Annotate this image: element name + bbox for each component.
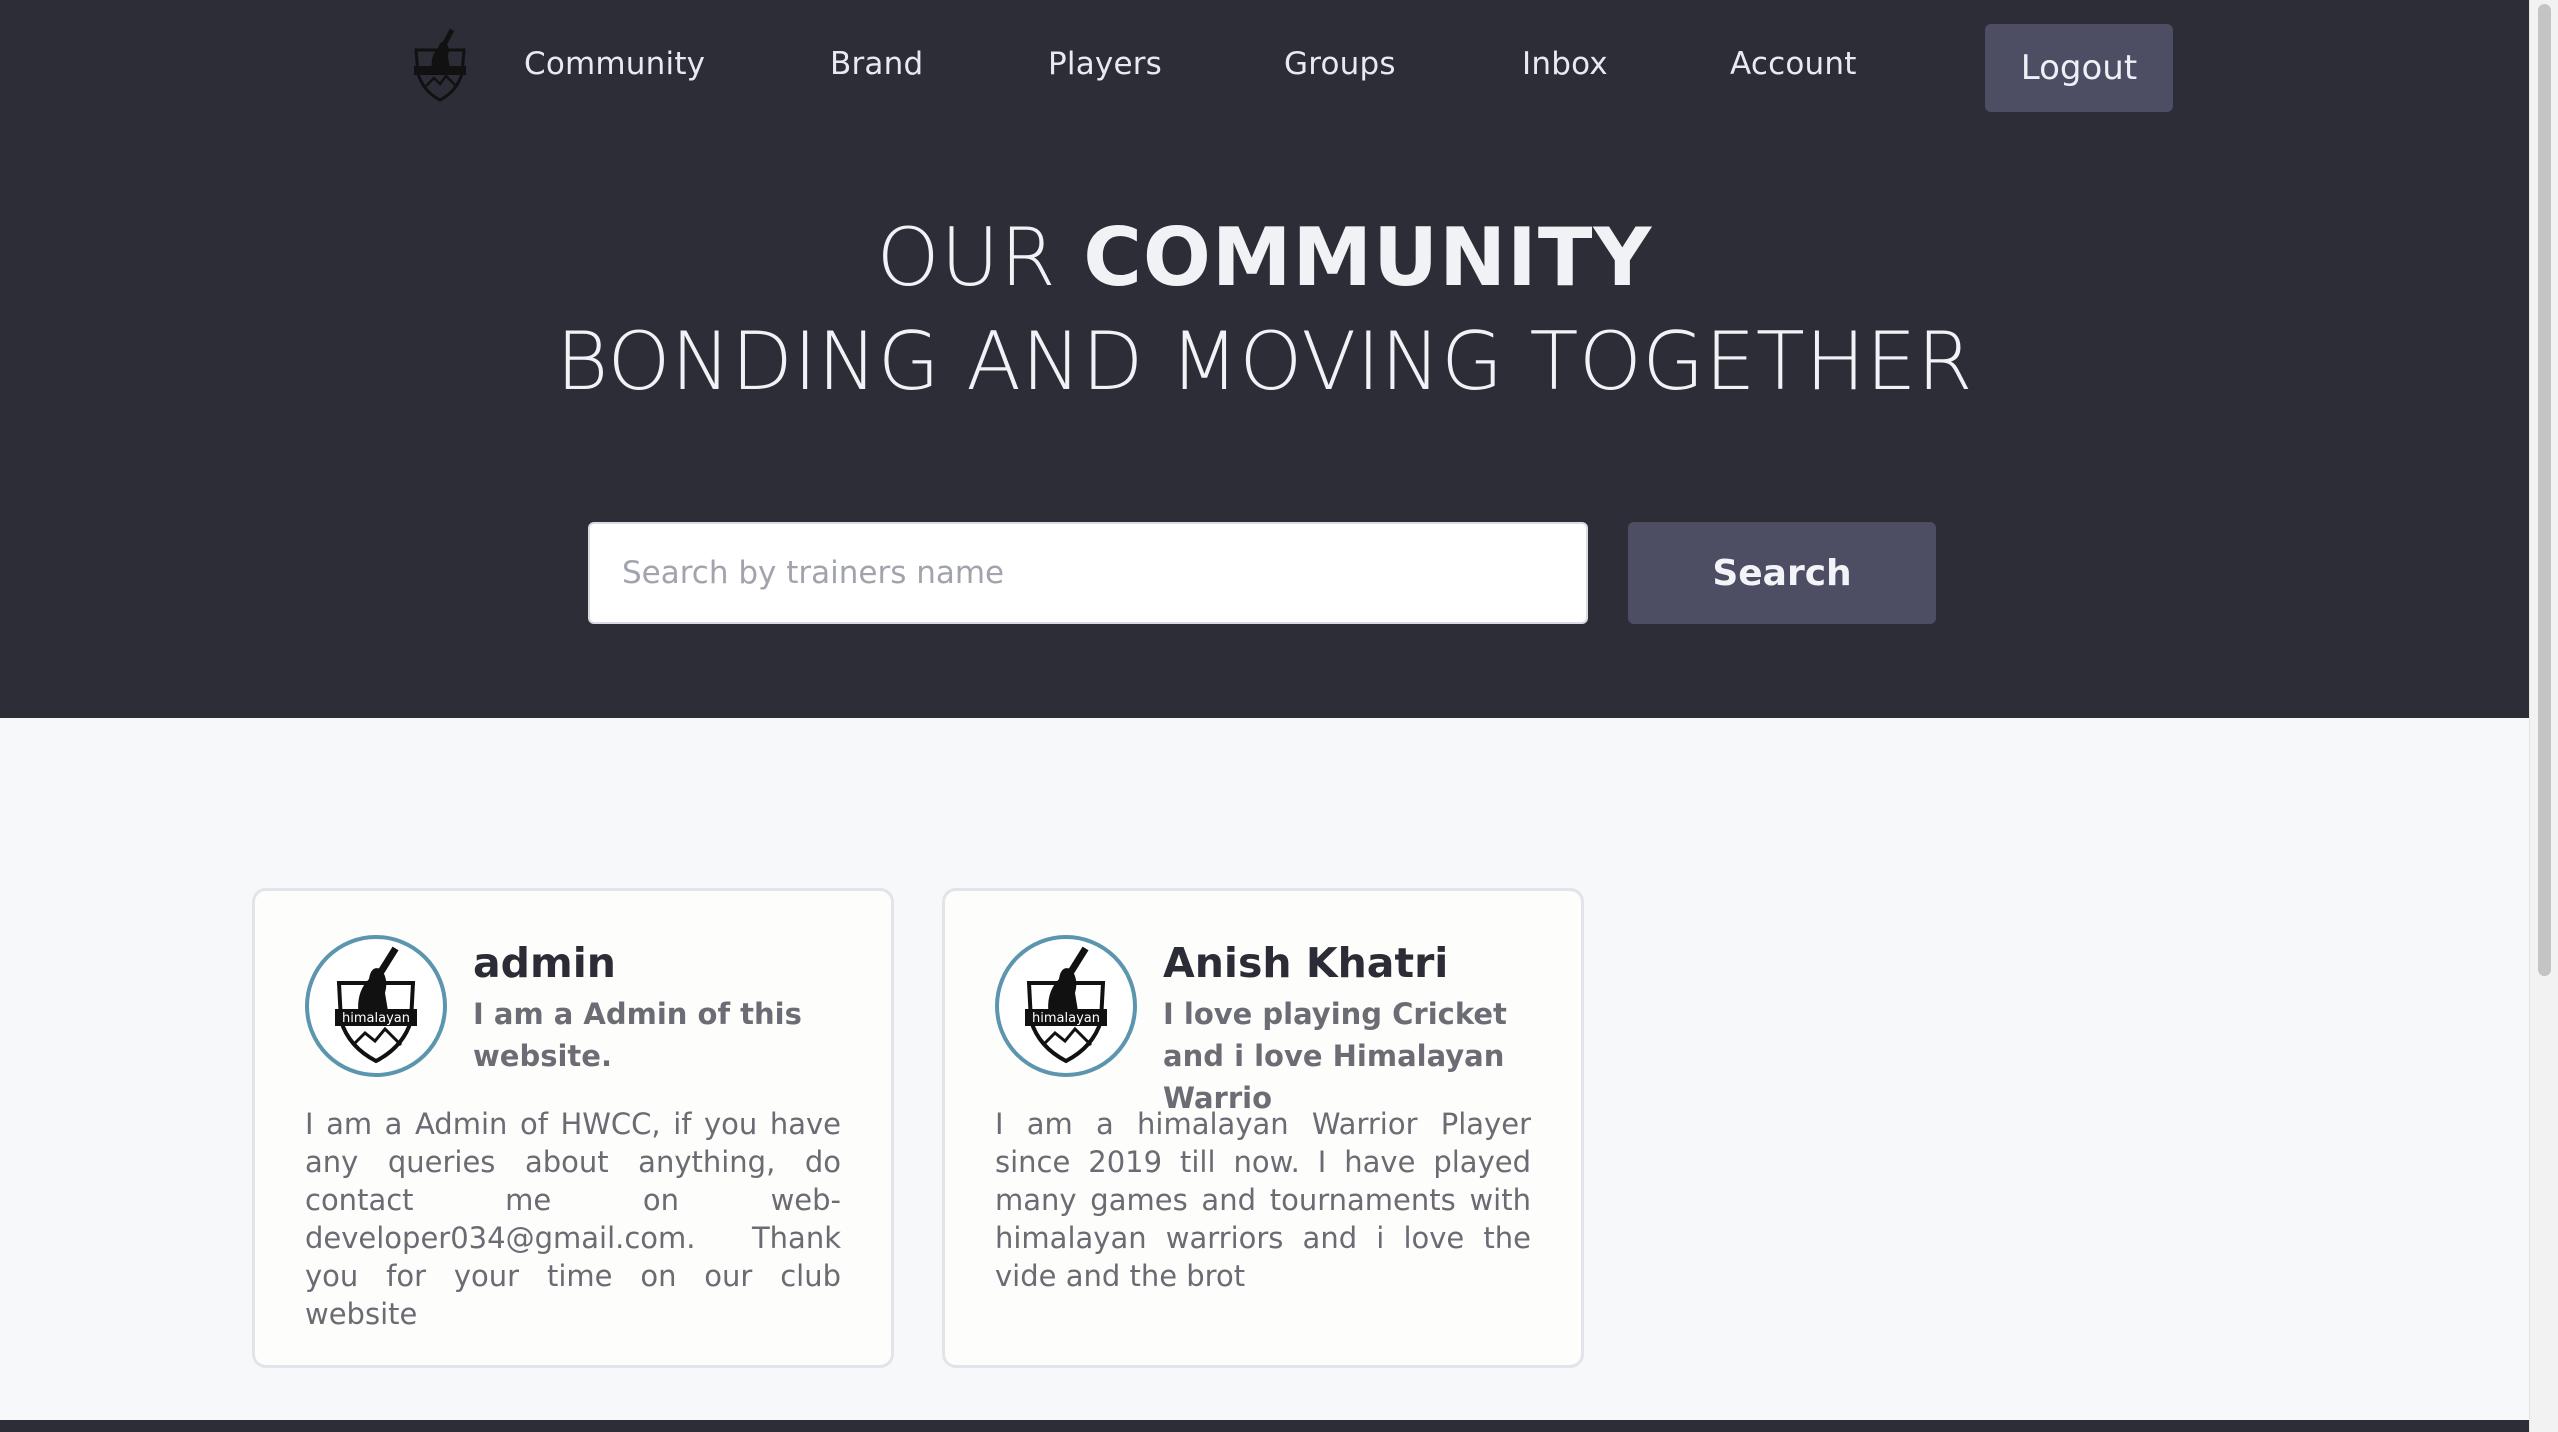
nav-link-account[interactable]: Account bbox=[1730, 44, 1857, 84]
top-navbar: Community Brand Players Groups Inbox Acc… bbox=[0, 0, 2529, 132]
member-bio: I am a himalayan Warrior Player since 20… bbox=[995, 1107, 1531, 1293]
avatar-logo-text: himalayan bbox=[1032, 1011, 1100, 1026]
nav-link-community[interactable]: Community bbox=[524, 44, 705, 84]
member-bio: I am a Admin of HWCC, if you have any qu… bbox=[305, 1107, 841, 1331]
nav-link-groups[interactable]: Groups bbox=[1284, 44, 1396, 84]
search-input[interactable] bbox=[588, 522, 1588, 624]
hero-title-light: OUR bbox=[876, 211, 1084, 304]
himalayan-logo-icon: himalayan bbox=[1025, 946, 1107, 1064]
himalayan-warriors-logo-icon[interactable] bbox=[410, 26, 470, 102]
search-button[interactable]: Search bbox=[1628, 522, 1936, 624]
nav-link-brand[interactable]: Brand bbox=[830, 44, 923, 84]
hero-section: Community Brand Players Groups Inbox Acc… bbox=[0, 0, 2529, 718]
member-tagline: I am a Admin of this website. bbox=[473, 997, 802, 1073]
hero-title-bold: COMMUNITY bbox=[1083, 211, 1653, 304]
member-card[interactable]: himalayan admin I am a Admin of this web… bbox=[252, 888, 894, 1368]
hero-subtitle: BONDING AND MOVING TOGETHER bbox=[555, 315, 1974, 408]
logout-button[interactable]: Logout bbox=[1985, 24, 2173, 112]
hero-title: OUR COMMUNITY bbox=[0, 208, 2529, 308]
page-heading: OUR COMMUNITY BONDING AND MOVING TOGETHE… bbox=[0, 208, 2529, 412]
nav-link-players[interactable]: Players bbox=[1048, 44, 1162, 84]
member-name: Anish Khatri bbox=[1163, 939, 1449, 987]
himalayan-logo-icon: himalayan bbox=[335, 946, 417, 1064]
member-card[interactable]: himalayan Anish Khatri I love playing Cr… bbox=[942, 888, 1584, 1368]
member-name: admin bbox=[473, 939, 616, 987]
avatar: himalayan bbox=[305, 935, 447, 1077]
scrollbar-thumb[interactable] bbox=[2538, 4, 2551, 976]
vertical-scrollbar[interactable] bbox=[2529, 0, 2558, 1432]
member-tagline: I love playing Cricket and i love Himala… bbox=[1163, 997, 1507, 1115]
footer-edge bbox=[0, 1420, 2529, 1432]
nav-link-inbox[interactable]: Inbox bbox=[1522, 44, 1608, 84]
avatar-logo-text: himalayan bbox=[342, 1011, 410, 1026]
avatar: himalayan bbox=[995, 935, 1137, 1077]
